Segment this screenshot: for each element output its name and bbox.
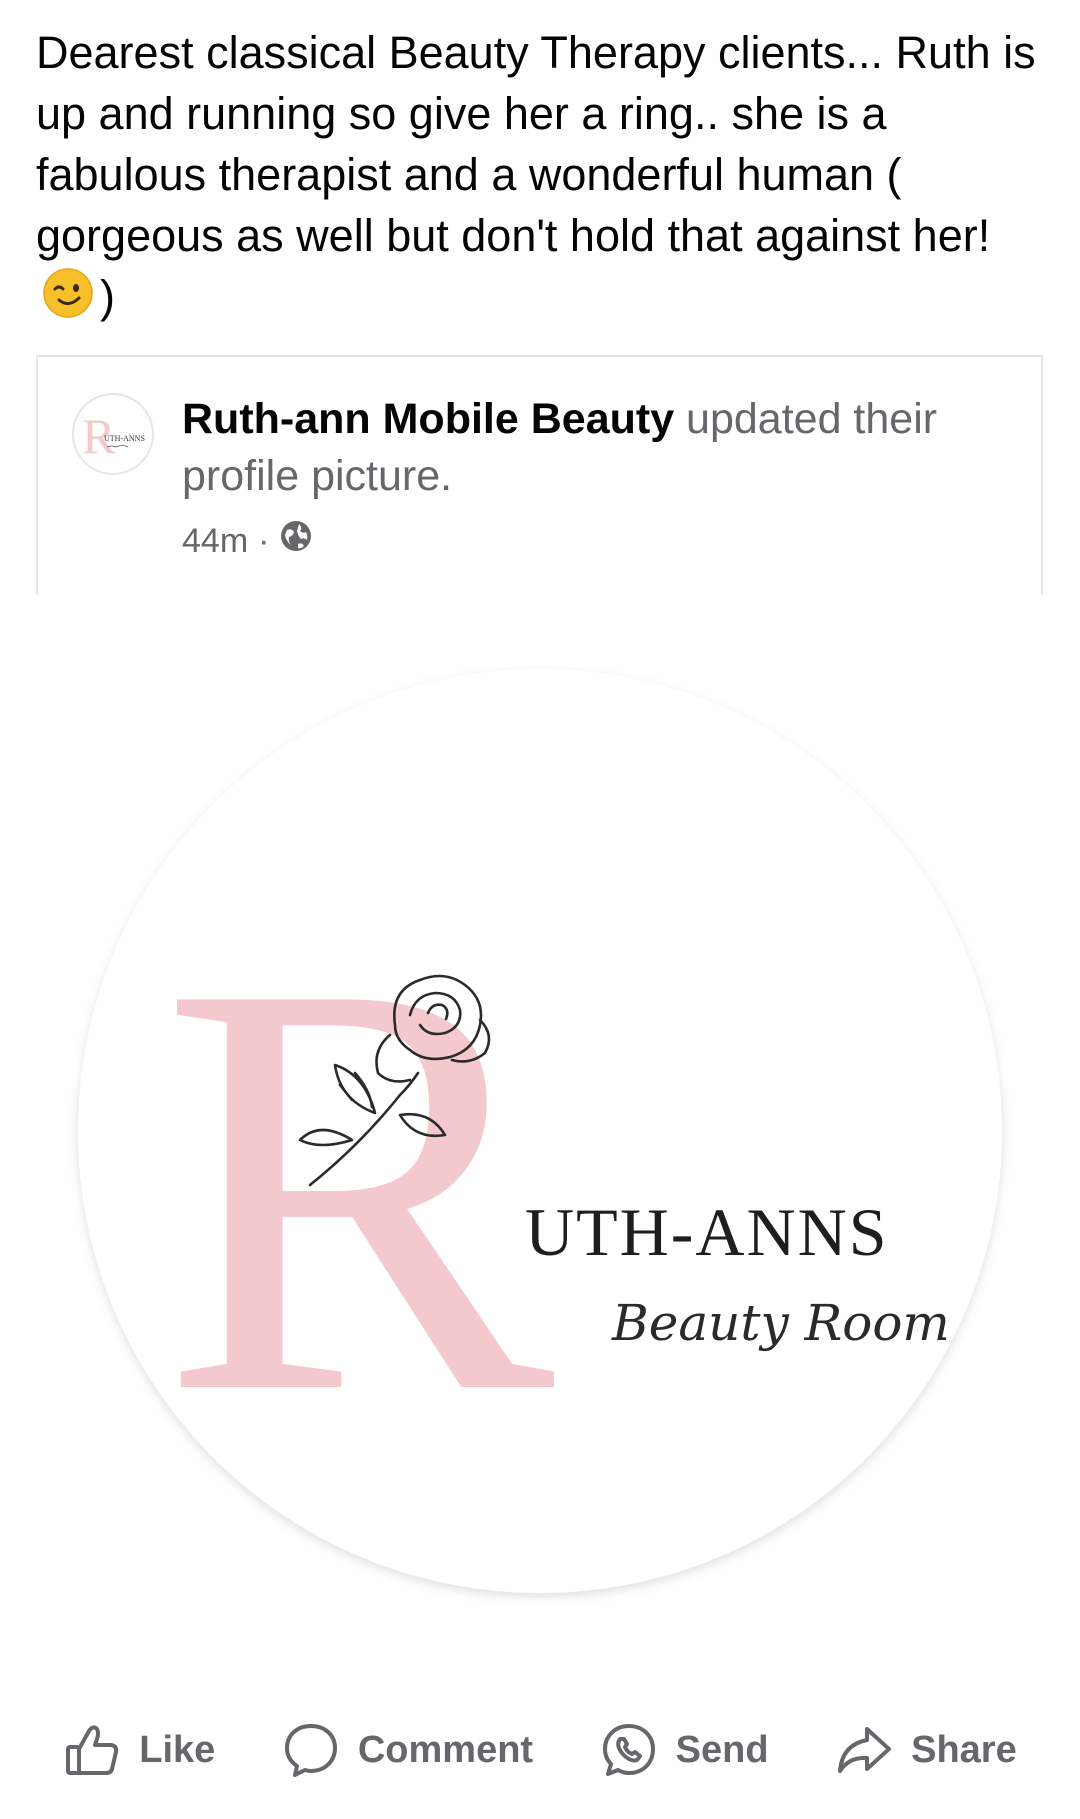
- meta-separator: ·: [258, 521, 270, 560]
- thumbs-up-icon: [63, 1721, 121, 1779]
- beauty-room-logo: R UTH-ANNS Beauty Room: [78, 669, 1002, 1593]
- comment-button[interactable]: Comment: [282, 1721, 533, 1779]
- messenger-send-icon: [600, 1721, 658, 1779]
- send-button[interactable]: Send: [600, 1721, 769, 1779]
- post-timestamp[interactable]: 44m: [182, 521, 248, 561]
- share-arrow-icon: [835, 1721, 893, 1779]
- shared-post-meta: 44m ·: [182, 519, 313, 562]
- comment-label: Comment: [357, 1728, 534, 1771]
- page-name-link[interactable]: Ruth-ann Mobile Beauty: [182, 395, 674, 443]
- post-caption-text-end: ): [100, 271, 115, 322]
- shared-post-card[interactable]: R UTH-ANNS Ruth-ann Mobile Beauty update…: [36, 355, 1043, 595]
- comment-bubble-icon: [282, 1721, 340, 1779]
- globe-icon: [279, 519, 313, 562]
- like-button[interactable]: Like: [63, 1721, 215, 1779]
- winking-face-emoji-icon: [42, 267, 94, 334]
- avatar-brand-text: UTH-ANNS: [104, 434, 145, 443]
- shared-post-header: Ruth-ann Mobile Beauty updated their pro…: [182, 391, 1032, 505]
- share-button[interactable]: Share: [835, 1721, 1017, 1779]
- like-label: Like: [139, 1728, 216, 1771]
- post-caption: Dearest classical Beauty Therapy clients…: [36, 22, 1046, 334]
- page-avatar-logo: R UTH-ANNS: [82, 408, 145, 464]
- share-label: Share: [911, 1728, 1017, 1771]
- post-action-bar: Like Comment Send Share: [0, 1700, 1080, 1800]
- logo-script-text: Beauty Room: [611, 1294, 950, 1352]
- logo-brand-text: UTH-ANNS: [525, 1194, 889, 1270]
- send-label: Send: [675, 1728, 769, 1771]
- post-caption-text: Dearest classical Beauty Therapy clients…: [36, 27, 1049, 261]
- page-avatar[interactable]: R UTH-ANNS: [72, 393, 154, 475]
- profile-picture-image[interactable]: R UTH-ANNS Beauty Room: [0, 595, 1080, 1675]
- logo-big-letter: R: [160, 860, 558, 1516]
